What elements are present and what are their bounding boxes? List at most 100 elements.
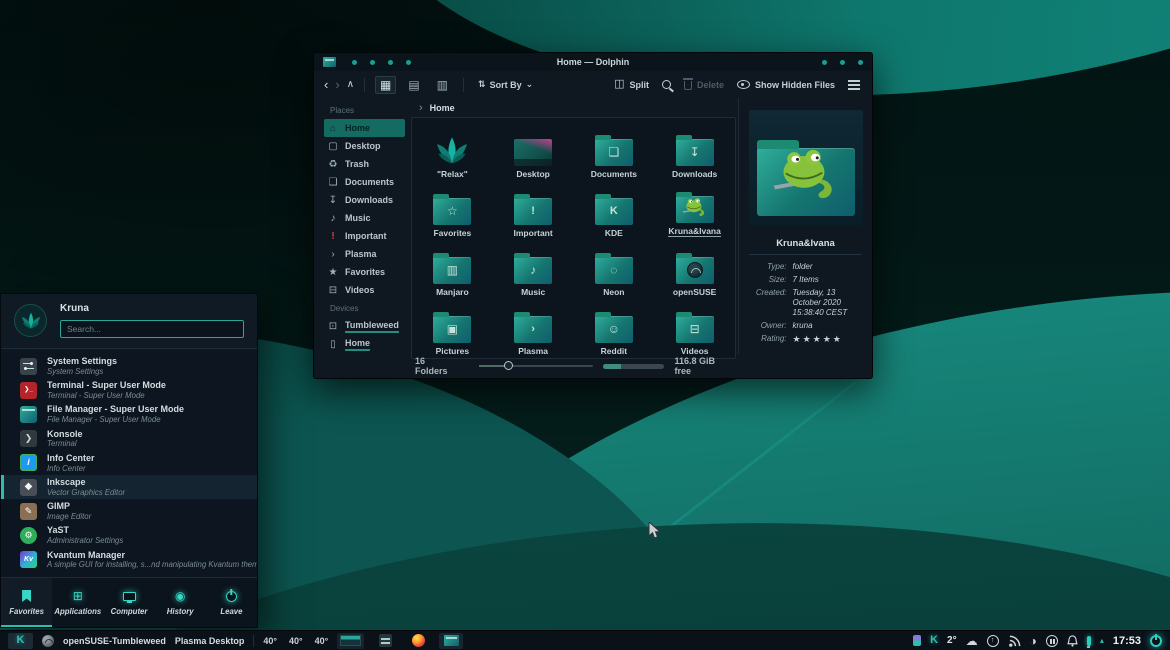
place-plasma[interactable]: › Plasma (324, 245, 405, 263)
delete-button[interactable]: Delete (684, 79, 724, 90)
show-hidden-files-button[interactable]: Show Hidden Files (737, 80, 835, 90)
tab-applications[interactable]: ⊞ Applications (52, 578, 103, 627)
device-tumbleweed[interactable]: ⊡ Tumbleweed (324, 317, 405, 335)
folder-item-reddit[interactable]: ☺ Reddit (574, 299, 655, 358)
folder-item-important[interactable]: ! Important (493, 181, 574, 240)
breadcrumb-current[interactable]: Home (430, 103, 455, 113)
weather-temperature[interactable]: 2° (947, 635, 957, 646)
tab-history[interactable]: ◉ History (155, 578, 206, 627)
maximize-button[interactable] (840, 60, 845, 65)
film-icon: ⊟ (328, 285, 338, 296)
places-header: Places (330, 106, 405, 115)
tab-favorites[interactable]: Favorites (1, 578, 52, 627)
search-input[interactable] (60, 320, 244, 338)
place-home[interactable]: ⌂ Home (324, 119, 405, 137)
virtual-desktop-pager[interactable] (337, 633, 364, 649)
network-signal-icon[interactable] (1008, 635, 1021, 647)
app-item-konsole[interactable]: ❯ Konsole Terminal (1, 427, 257, 451)
zoom-slider-handle[interactable] (504, 361, 513, 370)
forward-button[interactable]: › (335, 78, 339, 91)
app-item-file-manager-su[interactable]: File Manager - Super User Mode File Mana… (1, 402, 257, 426)
view-compact-button[interactable]: ▤ (403, 76, 424, 94)
search-button[interactable] (662, 80, 671, 89)
desktop-label: Plasma Desktop (175, 636, 245, 646)
power-button[interactable] (1150, 635, 1162, 647)
place-music[interactable]: ♪ Music (324, 209, 405, 227)
folder-item-favorites[interactable]: ☆ Favorites (412, 181, 493, 240)
folder-item-opensuse[interactable]: openSUSE (654, 240, 735, 299)
titlebar[interactable]: Home — Dolphin (314, 53, 872, 71)
close-button[interactable] (858, 60, 863, 65)
task-dolphin[interactable] (439, 633, 463, 649)
app-item-inkscape[interactable]: ◆ Inkscape Vector Graphics Editor (1, 475, 257, 499)
avatar[interactable] (14, 304, 47, 337)
folder-item-plasma[interactable]: › Plasma (493, 299, 574, 358)
device-home[interactable]: ▯ Home (324, 335, 405, 353)
temp-sensor-3: 40° (315, 636, 329, 646)
folder-item-manjaro[interactable]: ▥ Manjaro (412, 240, 493, 299)
konsole-icon: ❯ (20, 430, 37, 447)
folder-item-music[interactable]: ♪ Music (493, 240, 574, 299)
folder-item-videos[interactable]: ⊟ Videos (654, 299, 735, 358)
folder-view[interactable]: "Relax" Desktop ❏ Documents ↧ Downloads (411, 117, 736, 359)
sort-by-button[interactable]: ⇅ Sort By ⌄ (478, 79, 533, 90)
view-details-button[interactable]: ▥ (432, 76, 453, 94)
place-important[interactable]: ! Important (324, 227, 405, 245)
minimize-button[interactable] (822, 60, 827, 65)
hamburger-menu-button[interactable] (848, 84, 860, 86)
place-trash[interactable]: ♻ Trash (324, 155, 405, 173)
app-item-terminal-su[interactable]: ❯_ Terminal - Super User Mode Terminal -… (1, 378, 257, 402)
volume-icon[interactable]: ◑ (1030, 635, 1037, 647)
up-button[interactable]: ∧ (347, 80, 354, 90)
app-item-gimp[interactable]: ✎ GIMP Image Editor (1, 499, 257, 523)
app-item-info-center[interactable]: i Info Center Info Center (1, 451, 257, 475)
application-launcher: Kruna System Settings System Settings ❯_… (0, 293, 258, 628)
task-firefox[interactable] (406, 633, 430, 649)
system-settings-task-icon (379, 634, 392, 647)
view-icons-button[interactable]: ▦ (375, 76, 396, 94)
split-button[interactable]: ◫ Split (614, 79, 649, 90)
info-row-type: Type: folder (749, 262, 863, 272)
tray-expander-caret-icon[interactable]: ▴ (1100, 637, 1104, 645)
folder-item-pictures[interactable]: ▣ Pictures (412, 299, 493, 358)
tab-leave[interactable]: Leave (206, 578, 257, 627)
tab-computer[interactable]: Computer (103, 578, 154, 627)
tray-kde-icon[interactable]: K (930, 635, 938, 646)
titlebar-dot-1[interactable] (352, 60, 357, 65)
place-desktop[interactable]: ▢ Desktop (324, 137, 405, 155)
folder-item-documents[interactable]: ❏ Documents (574, 122, 655, 181)
place-downloads[interactable]: ↧ Downloads (324, 191, 405, 209)
titlebar-dot-2[interactable] (370, 60, 375, 65)
titlebar-dot-3[interactable] (388, 60, 393, 65)
folder-item-downloads[interactable]: ↧ Downloads (654, 122, 735, 181)
night-color-lamp-icon[interactable] (1087, 636, 1091, 646)
app-item-system-settings[interactable]: System Settings System Settings (1, 354, 257, 378)
back-button[interactable]: ‹ (324, 78, 328, 91)
breadcrumb[interactable]: › Home (411, 98, 736, 117)
folder-item-kde[interactable]: K KDE (574, 181, 655, 240)
folder-item-desktop[interactable]: Desktop (493, 122, 574, 181)
opensuse-logo-icon (42, 635, 54, 647)
digital-clock[interactable]: 17:53 (1113, 635, 1141, 647)
folder-item-relax[interactable]: "Relax" (412, 122, 493, 181)
updates-icon[interactable]: ↑ (987, 635, 999, 647)
folder-item-kruna-ivana[interactable]: Kruna&Ivana (654, 181, 735, 240)
folder-item-neon[interactable]: ◌ Neon (574, 240, 655, 299)
tray-widget-icon[interactable] (913, 635, 921, 646)
application-launcher-button[interactable]: K (8, 633, 33, 649)
notifications-bell-icon[interactable] (1067, 635, 1078, 647)
weather-cloud-icon[interactable]: ☁ (966, 635, 978, 647)
app-item-yast[interactable]: ⚙ YaST Administrator Settings (1, 523, 257, 547)
place-videos[interactable]: ⊟ Videos (324, 281, 405, 299)
task-system-settings[interactable] (373, 633, 397, 649)
app-item-kvantum-manager[interactable]: Kv Kvantum Manager A simple GUI for inst… (1, 548, 257, 572)
temperature-monitor[interactable]: 40° 40° 40° (263, 636, 328, 646)
media-pause-icon[interactable] (1046, 635, 1058, 647)
titlebar-dot-4[interactable] (406, 60, 411, 65)
rating-stars[interactable]: ★★★★★ (793, 334, 863, 345)
place-favorites[interactable]: ★ Favorites (324, 263, 405, 281)
zoom-slider[interactable] (479, 365, 593, 367)
place-documents[interactable]: ❏ Documents (324, 173, 405, 191)
folder-icon: › (514, 316, 552, 343)
downloads-icon: ↧ (328, 195, 338, 206)
